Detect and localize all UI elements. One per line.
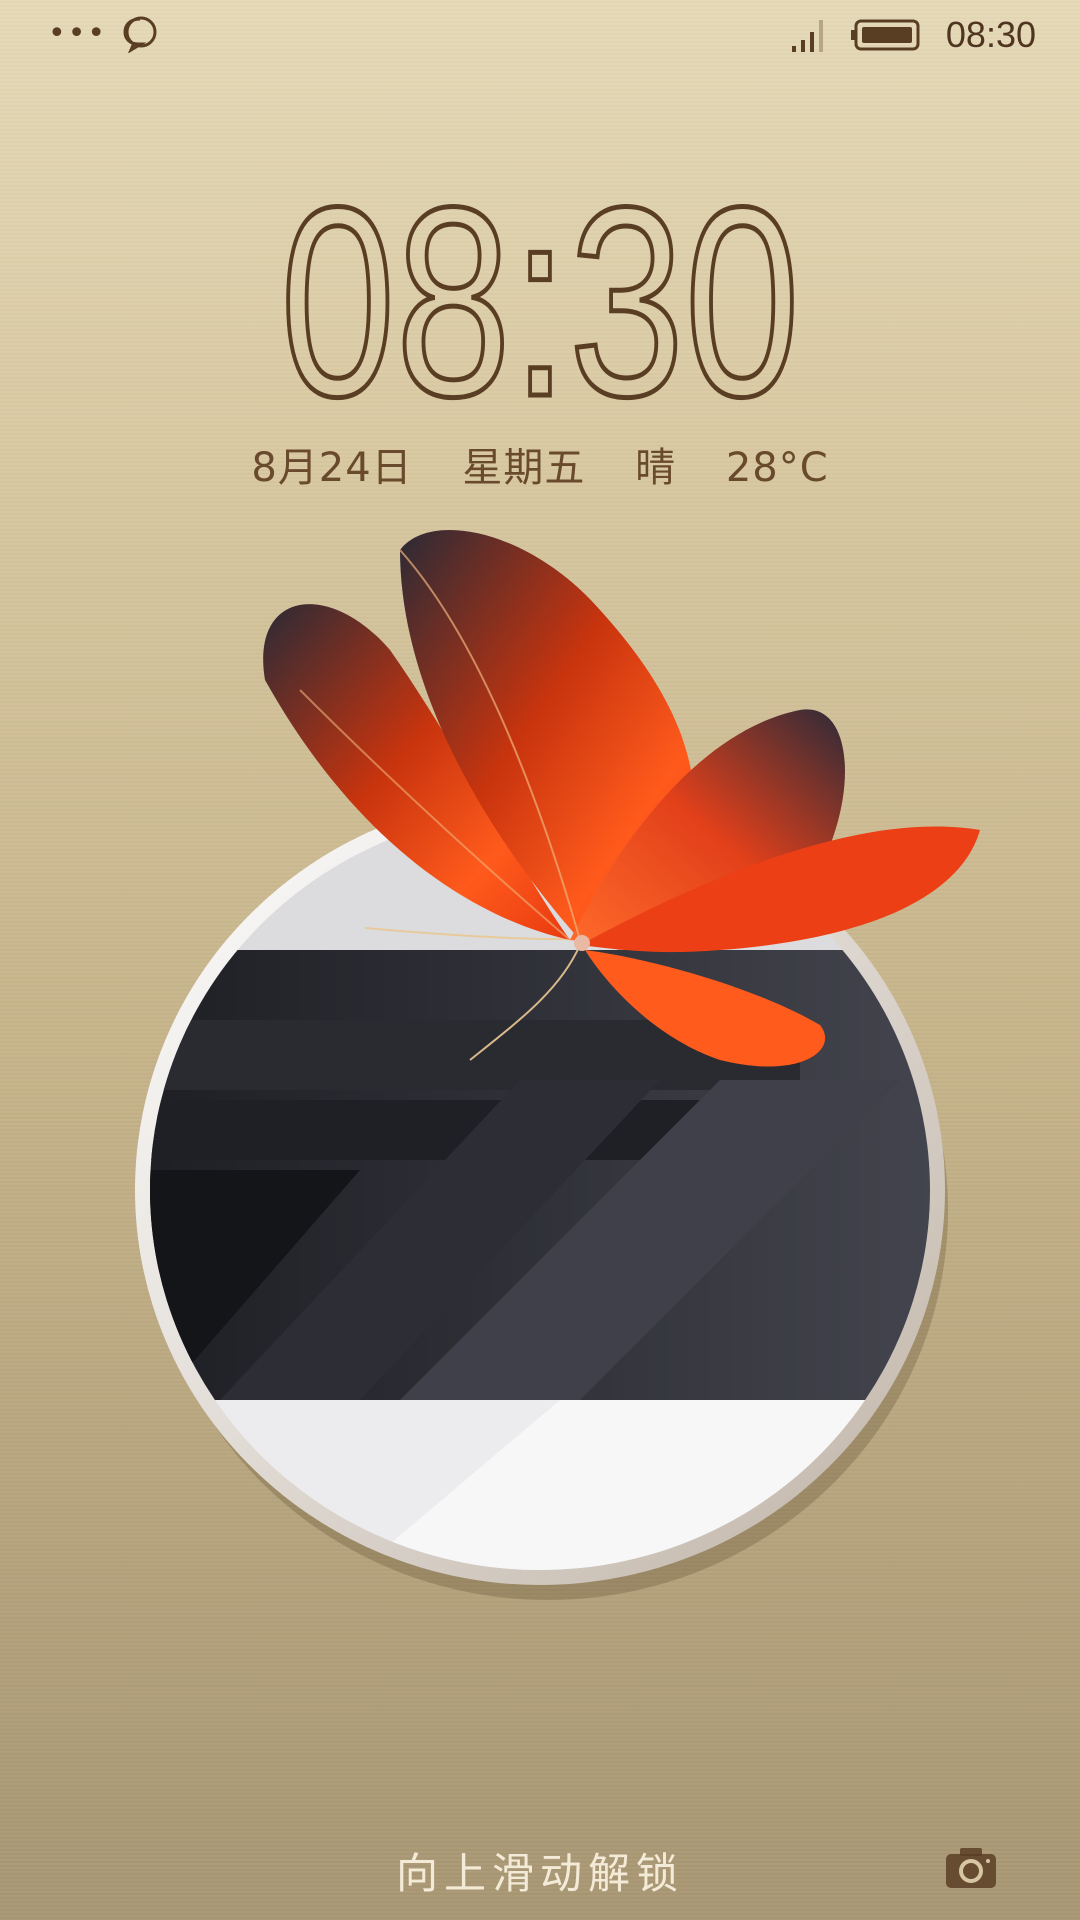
- camera-icon[interactable]: [944, 1846, 998, 1890]
- weekday-text: 星期五: [462, 445, 586, 491]
- swipe-to-unlock-hint[interactable]: 向上滑动解锁: [0, 1840, 1080, 1901]
- chat-bubble-icon: [123, 16, 157, 53]
- date-weather-row: 8月24日 星期五 晴 28°C: [0, 435, 1080, 493]
- lockscreen-clock: 08:30: [0, 150, 1080, 456]
- status-time: 08:30: [945, 14, 1036, 55]
- temperature-text: 28°C: [725, 445, 829, 491]
- date-text: 8月24日: [251, 445, 413, 491]
- weather-text: 晴: [635, 445, 677, 491]
- more-dots-icon: •••: [48, 16, 108, 51]
- butterfly-wallpaper-art: [135, 530, 980, 1600]
- battery-icon: [850, 19, 920, 51]
- clock-time: 08:30: [280, 190, 800, 420]
- signal-icon: [791, 20, 823, 52]
- status-bar: ••• 08:30: [0, 0, 1080, 72]
